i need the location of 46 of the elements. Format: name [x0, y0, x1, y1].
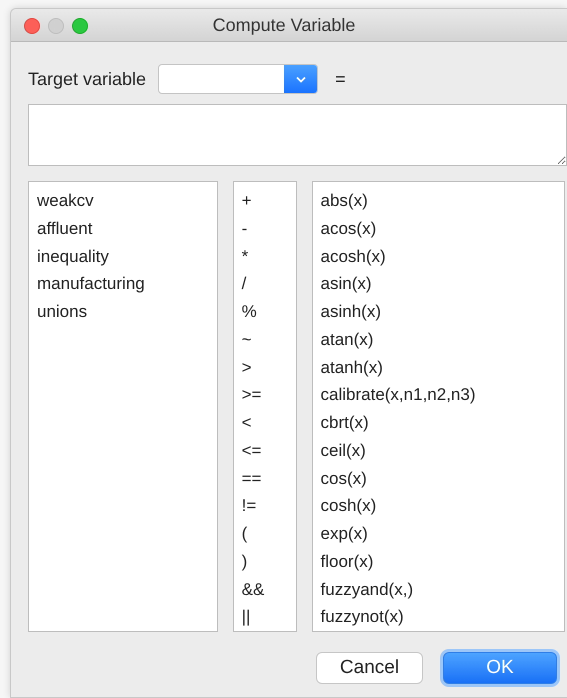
operator-item[interactable]: *: [242, 242, 296, 270]
variable-item[interactable]: inequality: [37, 242, 217, 270]
window-title: Compute Variable: [212, 14, 356, 37]
variable-item[interactable]: affluent: [37, 214, 217, 242]
operator-item[interactable]: ==: [242, 464, 296, 492]
operator-item[interactable]: >: [242, 354, 296, 382]
target-variable-label: Target variable: [28, 68, 146, 91]
function-item[interactable]: abs(x): [320, 187, 564, 215]
operator-item[interactable]: <=: [242, 436, 296, 464]
function-item[interactable]: fuzzyand(x,): [320, 576, 564, 604]
variable-item[interactable]: weakcv: [37, 187, 217, 215]
function-item[interactable]: exp(x): [320, 520, 564, 548]
function-item[interactable]: cos(x): [320, 464, 564, 492]
variable-item[interactable]: manufacturing: [37, 270, 217, 298]
operator-item[interactable]: &&: [242, 576, 296, 604]
function-item[interactable]: floor(x): [320, 548, 564, 576]
function-item[interactable]: cosh(x): [320, 492, 564, 520]
function-item[interactable]: calibrate(x,n1,n2,n3): [320, 381, 564, 409]
function-item[interactable]: asinh(x): [320, 298, 564, 326]
function-item[interactable]: ceil(x): [320, 436, 564, 464]
function-item[interactable]: acosh(x): [320, 242, 564, 270]
operator-item[interactable]: ~: [242, 326, 296, 354]
operator-item[interactable]: /: [242, 270, 296, 298]
operator-item[interactable]: (: [242, 520, 296, 548]
cancel-button[interactable]: Cancel: [316, 652, 423, 684]
operator-item[interactable]: <: [242, 409, 296, 437]
operator-item[interactable]: -: [242, 214, 296, 242]
close-button[interactable]: [24, 18, 40, 34]
function-item[interactable]: cbrt(x): [320, 409, 564, 437]
operator-item[interactable]: %: [242, 298, 296, 326]
expression-field[interactable]: [28, 104, 567, 166]
function-item[interactable]: asin(x): [320, 270, 564, 298]
function-item[interactable]: acos(x): [320, 214, 564, 242]
target-variable-dropdown[interactable]: [158, 64, 318, 94]
operator-item[interactable]: ||: [242, 603, 296, 631]
equals-sign: =: [335, 68, 346, 90]
variable-item[interactable]: unions: [37, 298, 217, 326]
operator-item[interactable]: ): [242, 548, 296, 576]
function-item[interactable]: fuzzynot(x): [320, 603, 564, 631]
operator-item[interactable]: >=: [242, 381, 296, 409]
zoom-button[interactable]: [72, 18, 88, 34]
operator-item[interactable]: !=: [242, 492, 296, 520]
function-item[interactable]: atan(x): [320, 326, 564, 354]
function-item[interactable]: atanh(x): [320, 354, 564, 382]
operator-item[interactable]: +: [242, 187, 296, 215]
chevron-down-icon: [296, 76, 306, 82]
